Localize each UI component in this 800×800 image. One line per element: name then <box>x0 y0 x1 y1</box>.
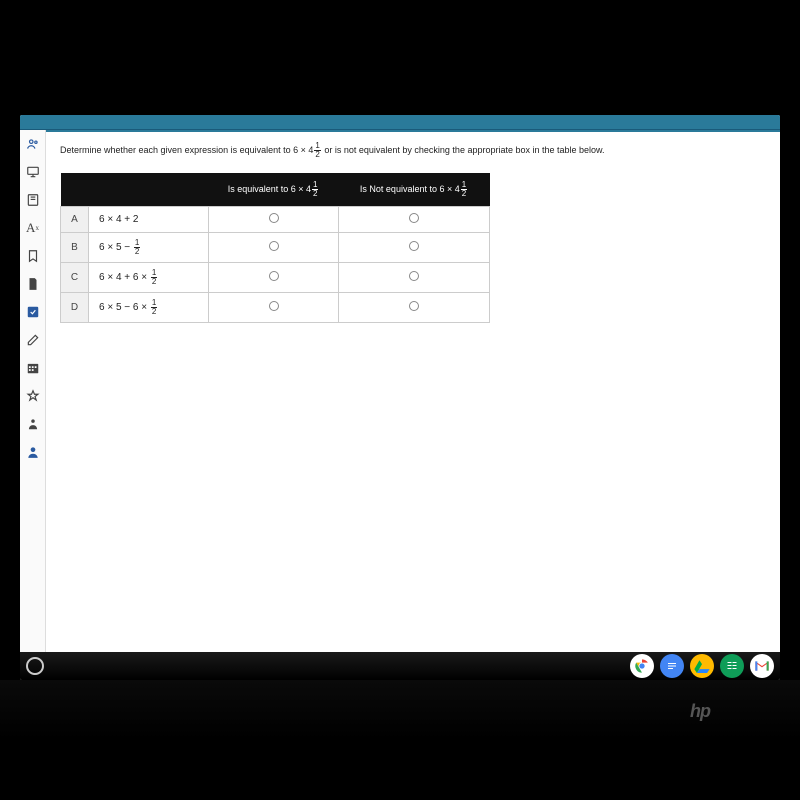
radio-not-equivalent[interactable] <box>339 263 490 293</box>
table-header-equivalent: Is equivalent to 6 × 412 <box>209 173 339 207</box>
radio-not-equivalent[interactable] <box>339 293 490 323</box>
page-icon[interactable] <box>25 276 41 292</box>
table-header-blank <box>61 173 209 207</box>
row-label: D <box>61 293 89 323</box>
check-icon[interactable] <box>25 304 41 320</box>
row-expression: 6 × 5 − 12 <box>89 233 209 263</box>
question-prompt: Determine whether each given expression … <box>60 142 766 159</box>
calendar-icon[interactable] <box>25 360 41 376</box>
gmail-icon[interactable] <box>750 654 774 678</box>
left-toolbar: Ax <box>20 130 46 652</box>
radio-not-equivalent[interactable] <box>339 207 490 233</box>
row-label: A <box>61 207 89 233</box>
radio-equivalent[interactable] <box>209 293 339 323</box>
keyboard-bezel: hp <box>0 680 800 740</box>
user-icon[interactable] <box>25 444 41 460</box>
prompt-fraction: 12 <box>314 142 320 159</box>
star-icon[interactable] <box>25 388 41 404</box>
prompt-prefix: Determine whether each given expression … <box>60 145 313 155</box>
edit-icon[interactable] <box>25 332 41 348</box>
row-expression: 6 × 4 + 6 × 12 <box>89 263 209 293</box>
row-label: B <box>61 233 89 263</box>
radio-equivalent[interactable] <box>209 263 339 293</box>
table-row: C 6 × 4 + 6 × 12 <box>61 263 490 293</box>
screen: Ax Determine whether each given expressi… <box>20 115 780 680</box>
table-row: D 6 × 5 − 6 × 12 <box>61 293 490 323</box>
equivalence-table: Is equivalent to 6 × 412 Is Not equivale… <box>60 173 490 323</box>
accent-divider <box>46 130 780 132</box>
person-icon[interactable] <box>25 416 41 432</box>
chrome-icon[interactable] <box>630 654 654 678</box>
radio-not-equivalent[interactable] <box>339 233 490 263</box>
radio-equivalent[interactable] <box>209 207 339 233</box>
bookmark-icon[interactable] <box>25 248 41 264</box>
table-header-not-equivalent: Is Not equivalent to 6 × 412 <box>339 173 490 207</box>
taskbar <box>20 652 780 680</box>
browser-tab-strip[interactable] <box>20 115 780 130</box>
drive-icon[interactable] <box>690 654 714 678</box>
present-icon[interactable] <box>25 164 41 180</box>
table-row: B 6 × 5 − 12 <box>61 233 490 263</box>
table-row: A 6 × 4 + 2 <box>61 207 490 233</box>
sheets-icon[interactable] <box>720 654 744 678</box>
row-expression: 6 × 4 + 2 <box>89 207 209 233</box>
text-icon[interactable]: Ax <box>25 220 41 236</box>
brand-logo: hp <box>690 701 710 722</box>
table-header-row: Is equivalent to 6 × 412 Is Not equivale… <box>61 173 490 207</box>
row-expression: 6 × 5 − 6 × 12 <box>89 293 209 323</box>
book-icon[interactable] <box>25 192 41 208</box>
content-area: Ax Determine whether each given expressi… <box>20 130 780 652</box>
launcher-icon[interactable] <box>26 657 44 675</box>
prompt-suffix: or is not equivalent by checking the app… <box>322 145 605 155</box>
docs-icon[interactable] <box>660 654 684 678</box>
people-icon[interactable] <box>25 136 41 152</box>
row-label: C <box>61 263 89 293</box>
main-panel: Determine whether each given expression … <box>46 130 780 652</box>
radio-equivalent[interactable] <box>209 233 339 263</box>
laptop-frame: Ax Determine whether each given expressi… <box>0 115 800 740</box>
